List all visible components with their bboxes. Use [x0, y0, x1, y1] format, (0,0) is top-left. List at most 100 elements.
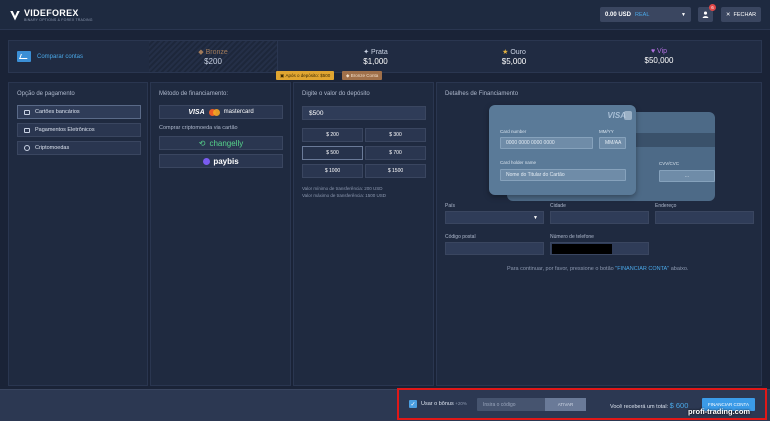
level-name: Vip	[657, 48, 668, 55]
total-summary: Você receberá um total: $ 600	[610, 401, 688, 410]
postal-input[interactable]	[445, 242, 544, 255]
deposit-amount-panel: Digite o valor do depósito $500 $ 200 $ …	[293, 82, 434, 386]
panel-title: Digite o valor do depósito	[302, 91, 370, 97]
cvv-input[interactable]: ...	[659, 170, 715, 182]
preset-1500[interactable]: $ 1500	[365, 164, 426, 178]
activate-button[interactable]: ATIVAR	[545, 398, 586, 411]
paybis-label: paybis	[213, 156, 239, 166]
top-bar: VIDEFOREX BINARY OPTIONS & FOREX TRADING…	[0, 0, 770, 30]
phone-label: Número de telefone	[550, 234, 594, 240]
preset-1000[interactable]: $ 1000	[302, 164, 363, 178]
funding-method-panel: Método de financiamento: VISA mastercard…	[150, 82, 291, 386]
preset-500[interactable]: $ 500	[302, 146, 363, 160]
wallet-icon	[24, 127, 30, 133]
after-deposit-text: Após o depósito: $500	[285, 73, 331, 78]
notification-badge: 6	[709, 4, 716, 11]
logo: VIDEFOREX BINARY OPTIONS & FOREX TRADING	[10, 9, 93, 22]
watermark: profi-trading.com	[688, 407, 751, 416]
payment-options-panel: Opção de pagamento Cartões bancários Pag…	[8, 82, 148, 386]
level-bronze[interactable]: ◆ Bronze $200	[149, 41, 277, 72]
card-front: VISA Card number 0000 0000 0000 0000 MM/…	[489, 105, 636, 195]
method-paybis[interactable]: paybis	[159, 154, 283, 168]
option-bank-cards[interactable]: Cartões bancários	[17, 105, 141, 119]
logo-icon	[10, 10, 20, 21]
check-icon: ✓	[410, 401, 416, 408]
expiry-label: MM/YY	[599, 129, 614, 134]
continue-hint: Para continuar, por favor, pressione o b…	[507, 266, 688, 272]
hint-prefix: Para continuar, por favor, pressione o b…	[507, 266, 614, 272]
star4-icon: ✦	[363, 48, 372, 56]
diamond-icon: ◆	[198, 48, 206, 56]
mastercard-icon	[208, 108, 220, 116]
bonus-label: Usar o bônus +20%	[421, 401, 467, 407]
city-input[interactable]	[550, 211, 649, 224]
level-price: $5,000	[501, 56, 527, 66]
preset-200[interactable]: $ 200	[302, 128, 363, 142]
user-icon	[702, 11, 709, 18]
deposit-amount-input[interactable]: $500	[302, 106, 426, 120]
card-holder-label: Card holder name	[500, 160, 537, 165]
preset-300[interactable]: $ 300	[365, 128, 426, 142]
card-number-input[interactable]: 0000 0000 0000 0000	[500, 137, 593, 149]
redacted-phone	[552, 244, 612, 254]
bonus-checkbox[interactable]: ✓	[409, 400, 417, 408]
country-select[interactable]: ▼	[445, 211, 544, 224]
level-price: $200	[204, 56, 222, 66]
brand-tagline: BINARY OPTIONS & FOREX TRADING	[24, 18, 93, 22]
address-label: Endereço	[655, 203, 677, 209]
country-label: País	[445, 203, 456, 209]
level-name: Ouro	[510, 48, 526, 56]
card-number-label: Card number	[500, 129, 527, 134]
option-e-payments[interactable]: Pagamentos Eletrônicos	[17, 123, 141, 137]
method-changelly[interactable]: ⟲ changelly	[159, 136, 283, 150]
close-button[interactable]: ✕ FECHAR	[721, 7, 761, 22]
profile-button[interactable]: 6	[698, 4, 716, 22]
expiry-input[interactable]: MM/AA	[599, 137, 626, 149]
level-prata[interactable]: ✦ Prata $1,000	[277, 41, 473, 72]
coin-icon	[24, 145, 30, 151]
crypto-label: Comprar criptomoeda via cartão	[159, 125, 238, 131]
compare-label: Comparar contas	[37, 53, 84, 60]
phone-input[interactable]	[550, 242, 649, 255]
compare-accounts-button[interactable]: Comparar contas	[9, 41, 149, 72]
total-amount: $ 600	[669, 401, 689, 410]
cvv-label: CVV/CVC	[659, 161, 680, 166]
level-vip[interactable]: ♥ Vip $50,000	[555, 41, 763, 72]
max-transfer: Valor máximo de transferência: 1500 USD	[302, 192, 386, 198]
hint-suffix: abaixo.	[670, 266, 689, 272]
bonus-text: Usar o bônus	[421, 401, 454, 407]
after-deposit-tag: ▣ Após o depósito: $500	[276, 71, 335, 80]
min-transfer: Valor mínimo de transferência: 200 USD	[302, 186, 383, 191]
changelly-icon: ⟲	[198, 138, 206, 148]
card-icon	[24, 109, 30, 115]
preset-700[interactable]: $ 700	[365, 146, 426, 160]
account-level-text: Bronze Conta	[350, 73, 379, 78]
account-levels: Comparar contas ◆ Bronze $200 ✦ Prata $1…	[8, 40, 762, 73]
account-type: REAL	[635, 11, 650, 18]
balance-amount: 0.00 USD	[605, 11, 632, 18]
method-visa-mastercard[interactable]: VISA mastercard	[159, 105, 283, 119]
bonus-percent: +20%	[455, 401, 467, 406]
option-crypto[interactable]: Criptomoedas	[17, 141, 141, 155]
promo-code-input[interactable]	[477, 398, 545, 411]
card-chip-icon	[624, 111, 632, 120]
level-price: $50,000	[644, 56, 674, 65]
close-icon: ✕	[725, 11, 731, 18]
level-ouro[interactable]: ★ Ouro $5,000	[473, 41, 555, 72]
card-holder-input[interactable]: Nome do Titular do Cartão	[500, 169, 626, 181]
postal-label: Código postal	[445, 234, 476, 240]
visa-logo: VISA	[188, 108, 205, 116]
option-label: Pagamentos Eletrônicos	[35, 127, 95, 133]
level-name: Prata	[371, 48, 388, 56]
address-input[interactable]	[655, 211, 754, 224]
total-label: Você receberá um total:	[610, 404, 669, 410]
balance-dropdown[interactable]: 0.00 USD REAL ▼	[600, 7, 691, 22]
brand-name: VIDEFOREX	[24, 8, 79, 18]
level-name: Bronze	[205, 48, 228, 56]
transfer-limits: Valor mínimo de transferência: 200 USD V…	[302, 186, 386, 199]
financing-details-panel: Detalhes de Financiamento CVV/CVC ... VI…	[436, 82, 762, 386]
changelly-label: changelly	[209, 138, 244, 148]
paybis-icon	[203, 157, 211, 165]
promo-code-field: ATIVAR	[477, 398, 586, 411]
account-level-tag: ◆ Bronze Conta	[342, 71, 383, 80]
